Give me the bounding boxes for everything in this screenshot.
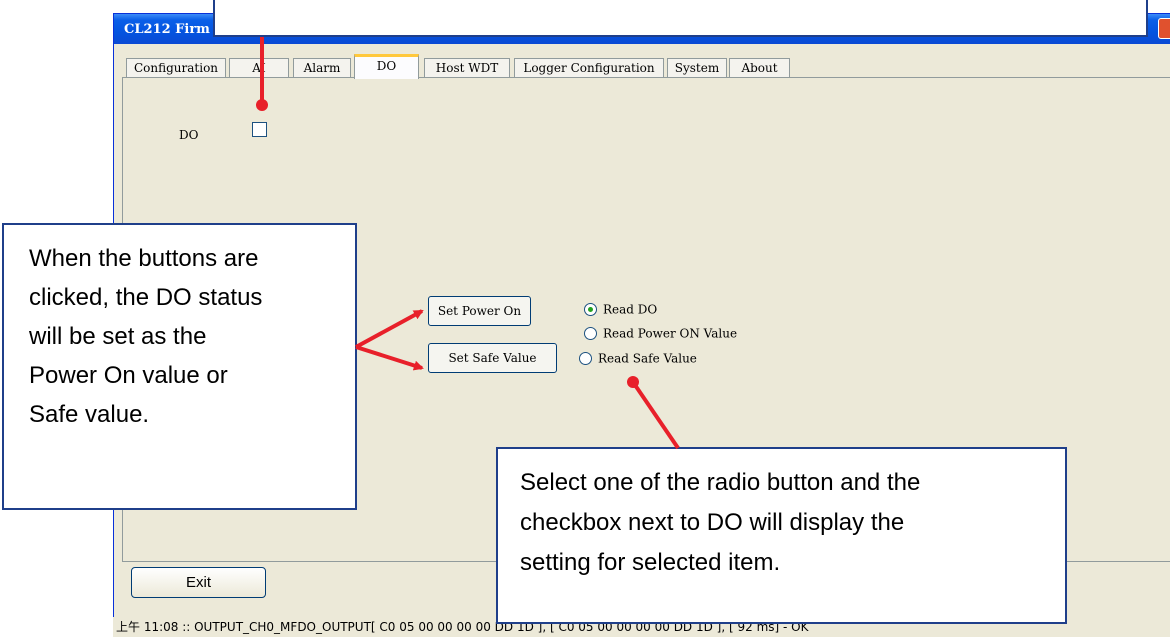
tab-logger-configuration[interactable]: Logger Configuration — [514, 58, 664, 78]
callout-line: When the buttons are — [29, 245, 259, 272]
tab-do[interactable]: DO — [354, 54, 419, 79]
set-safe-value-button[interactable]: Set Safe Value — [428, 343, 557, 373]
set-power-on-button[interactable]: Set Power On — [428, 296, 531, 326]
left-callout-box: When the buttons are clicked, the DO sta… — [2, 223, 357, 510]
do-checkbox[interactable] — [252, 122, 267, 137]
right-callout-box: Select one of the radio button and the c… — [496, 447, 1067, 624]
window-title: CL212 Firm — [124, 22, 210, 37]
callout-line: Power On value or — [29, 362, 228, 389]
callout-line: will be set as the — [29, 323, 207, 350]
radio-label: Read Safe Value — [598, 351, 697, 366]
callout-line: clicked, the DO status — [29, 284, 263, 311]
close-button[interactable] — [1158, 18, 1170, 39]
exit-button[interactable]: Exit — [131, 567, 266, 598]
tab-host-wdt[interactable]: Host WDT — [424, 58, 510, 78]
radio-selected-icon — [584, 303, 597, 316]
tab-alarm[interactable]: Alarm — [293, 58, 351, 78]
tab-ai[interactable]: AI — [229, 58, 289, 78]
top-callout-box — [213, 0, 1148, 37]
callout-line: Safe value. — [29, 401, 150, 428]
radio-unselected-icon — [584, 327, 597, 340]
callout-line: setting for selected item. — [520, 549, 781, 576]
radio-label: Read Power ON Value — [603, 326, 738, 341]
radio-unselected-icon — [579, 352, 592, 365]
callout-line: checkbox next to DO will display the — [520, 509, 905, 536]
radio-read-power-on-value[interactable]: Read Power ON Value — [584, 326, 737, 341]
radio-label: Read DO — [603, 302, 658, 317]
tab-system[interactable]: System — [667, 58, 727, 78]
radio-read-safe-value[interactable]: Read Safe Value — [579, 351, 697, 366]
radio-read-do[interactable]: Read DO — [584, 302, 657, 317]
tab-configuration[interactable]: Configuration — [126, 58, 226, 78]
callout-line: Select one of the radio button and the — [520, 469, 921, 496]
tab-about[interactable]: About — [729, 58, 790, 78]
do-label: DO — [179, 128, 199, 142]
